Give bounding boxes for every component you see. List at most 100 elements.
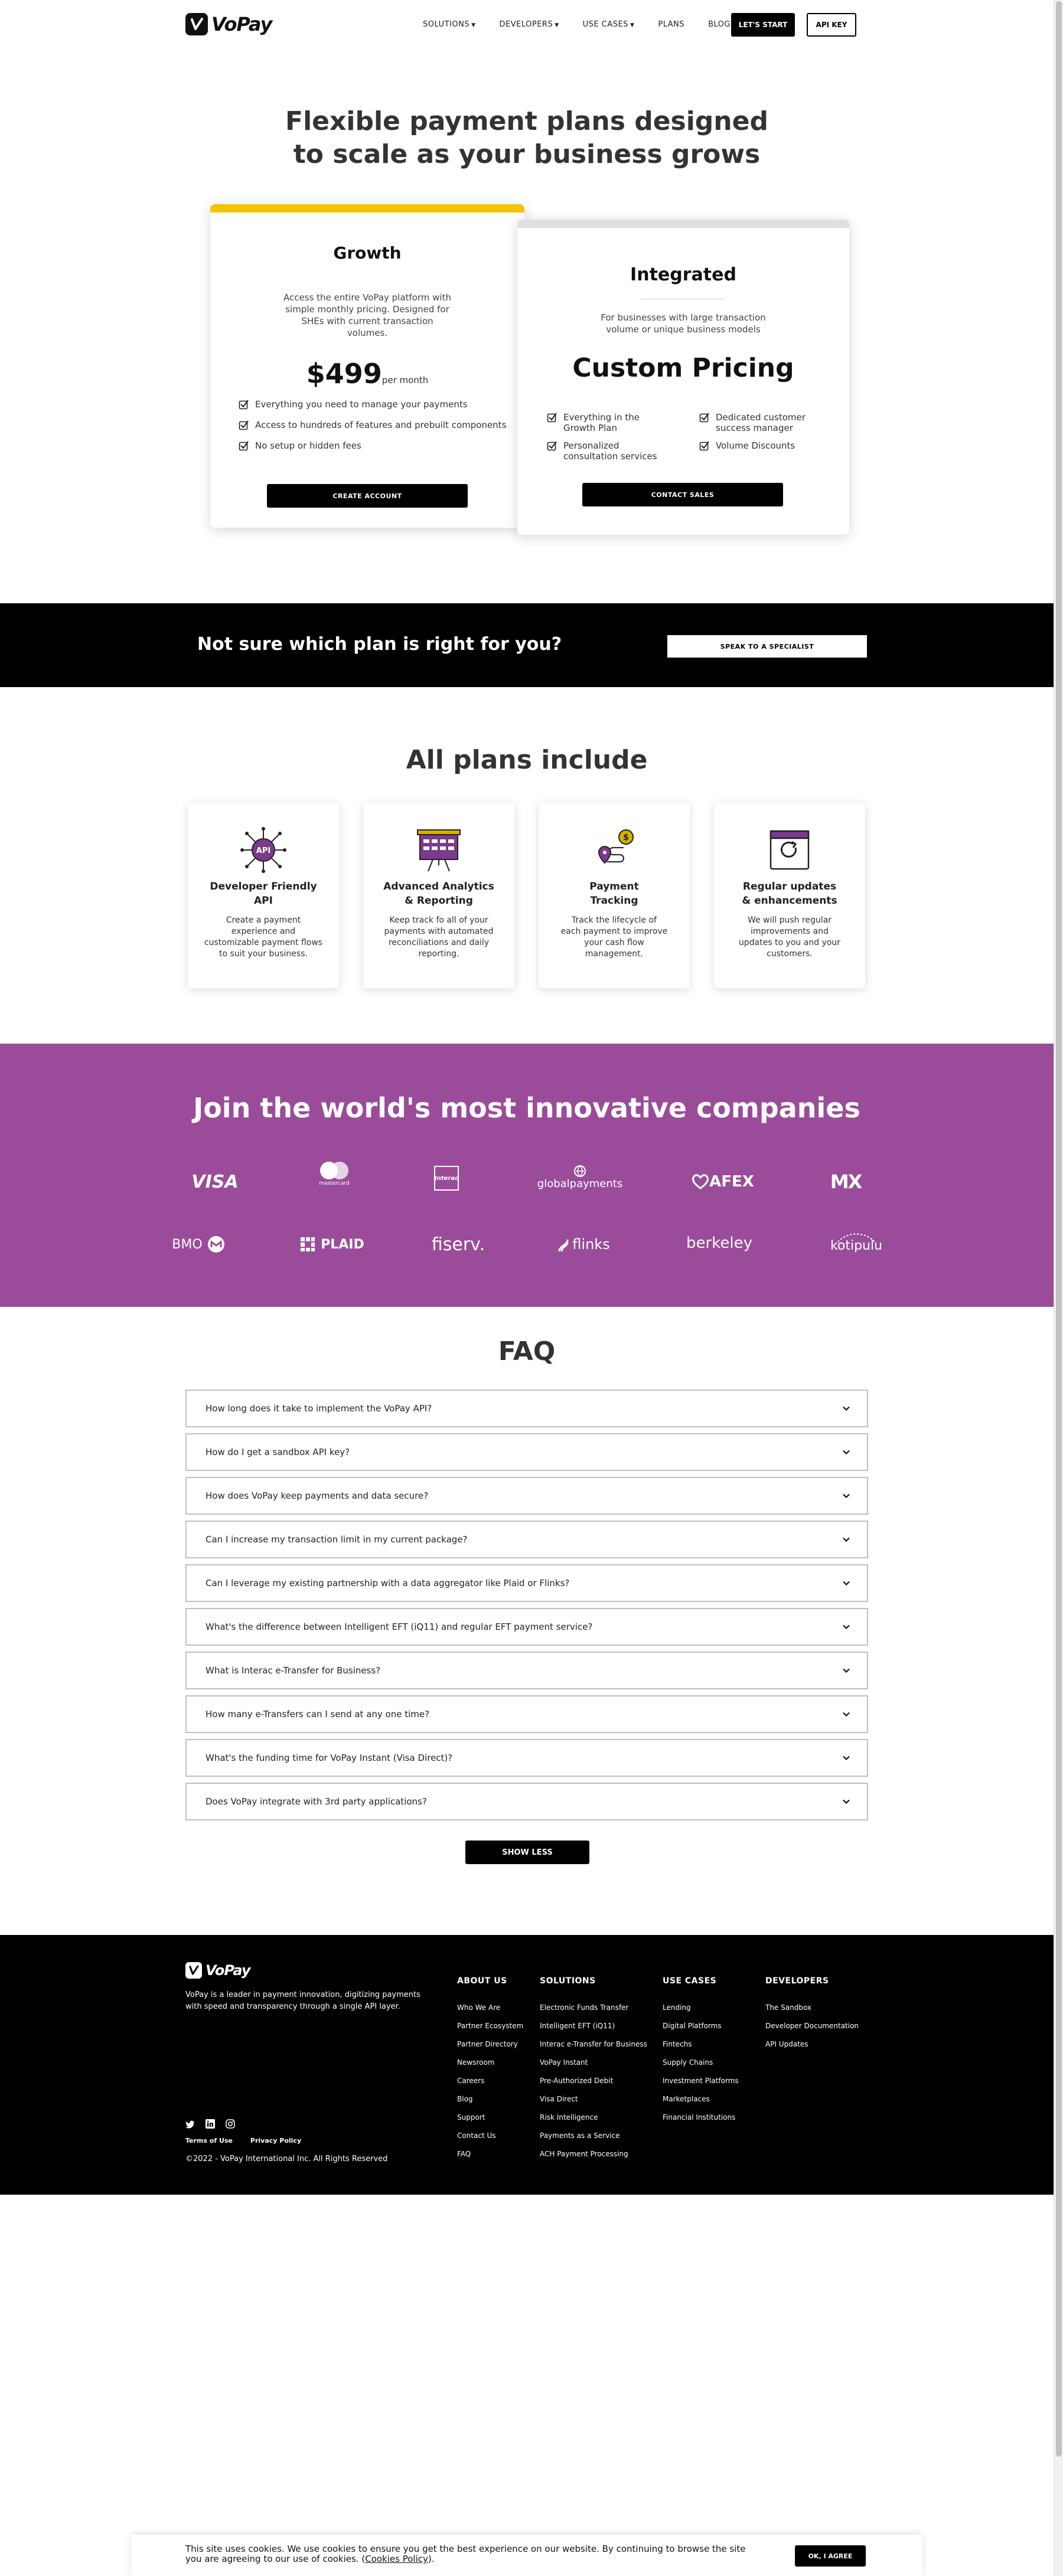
linkedin-icon[interactable] bbox=[206, 2119, 215, 2129]
desc-line: For businesses with large transaction bbox=[601, 312, 766, 323]
nav-developers[interactable]: DEVELOPERS ▼ bbox=[500, 20, 559, 29]
scrollbar-thumb[interactable] bbox=[1056, 1, 1062, 2457]
footer-logo[interactable]: VoPay bbox=[185, 1962, 250, 1979]
speak-to-specialist-button[interactable]: SPEAK TO A SPECIALIST bbox=[667, 635, 867, 658]
desc-line: volumes. bbox=[347, 328, 388, 338]
contact-sales-button[interactable]: CONTACT SALES bbox=[582, 483, 783, 506]
footer-link[interactable]: Careers bbox=[457, 2072, 523, 2090]
footer-link[interactable]: Newsroom bbox=[457, 2054, 523, 2072]
feature-text: Everything you need to manage your payme… bbox=[255, 399, 468, 410]
nav-use-cases[interactable]: USE CASES ▼ bbox=[583, 20, 635, 29]
tagline-line: VoPay is a leader in payment innovation,… bbox=[185, 1990, 420, 1999]
copyright: ©2022 - VoPay International Inc. All Rig… bbox=[185, 2155, 388, 2163]
footer-link[interactable]: Developer Documentation bbox=[765, 2017, 859, 2035]
hero-title: Flexible payment plans designed to scale… bbox=[0, 105, 1054, 171]
footer-link[interactable]: Interac e-Transfer for Business bbox=[540, 2035, 647, 2054]
feature-item: No setup or hidden fees bbox=[239, 440, 513, 451]
cookie-banner: This site uses cookies. We use cookies t… bbox=[131, 2535, 922, 2576]
header-logo[interactable]: VoPay bbox=[185, 13, 272, 35]
desc-line: customizable payment flows bbox=[204, 938, 323, 947]
feature-item: Dedicated customer success manager bbox=[699, 412, 835, 433]
lets-start-button[interactable]: LET'S START bbox=[731, 13, 795, 37]
partner-name: mastercard bbox=[319, 1181, 350, 1186]
footer-link[interactable]: VoPay Instant bbox=[540, 2054, 647, 2072]
nav-label: USE CASES bbox=[582, 20, 628, 29]
feature-card-updates: Regular updates & enhancements We will pu… bbox=[714, 803, 865, 988]
faq-item[interactable]: How long does it take to implement the V… bbox=[185, 1390, 868, 1427]
footer-link[interactable]: Who We Are bbox=[457, 1999, 523, 2017]
faq-item[interactable]: Can I leverage my existing partnership w… bbox=[185, 1564, 868, 1602]
faq-item[interactable]: How many e-Transfers can I send at any o… bbox=[185, 1695, 868, 1733]
cookie-agree-button[interactable]: OK, I AGREE bbox=[795, 2545, 866, 2567]
feature-card-api: API Developer Friendly API Create a payme… bbox=[188, 803, 339, 988]
footer-link[interactable]: Financial Institutions bbox=[663, 2108, 739, 2127]
faq-item[interactable]: Can I increase my transaction limit in m… bbox=[185, 1521, 868, 1558]
footer-link[interactable]: The Sandbox bbox=[765, 1999, 859, 2017]
nav-blog[interactable]: BLOG bbox=[708, 20, 731, 29]
feature-column-right: Dedicated customer success manager Volume… bbox=[699, 412, 835, 451]
footer-brand-name: VoPay bbox=[206, 1962, 250, 1979]
cookie-message-tail: ). bbox=[428, 2554, 435, 2564]
footer-col-heading: SOLUTIONS bbox=[540, 1976, 596, 1986]
cookies-policy-link[interactable]: Cookies Policy bbox=[365, 2554, 428, 2564]
faq-question: What is Interac e-Transfer for Business? bbox=[206, 1665, 381, 1676]
page-scrollbar[interactable] bbox=[1054, 0, 1063, 2576]
footer-link[interactable]: Electronic Funds Transfer bbox=[540, 1999, 647, 2017]
nav-plans[interactable]: PLANS bbox=[658, 20, 684, 29]
faq-item[interactable]: What's the difference between Intelligen… bbox=[185, 1608, 868, 1646]
cookie-text: This site uses cookies. We use cookies t… bbox=[185, 2544, 764, 2564]
footer-link[interactable]: Visa Direct bbox=[540, 2090, 647, 2108]
footer-link[interactable]: Contact Us bbox=[457, 2127, 523, 2145]
footer-link[interactable]: Intelligent EFT (iQ11) bbox=[540, 2017, 647, 2035]
footer-link[interactable]: Partner Ecosystem bbox=[457, 2017, 523, 2035]
desc-line: We will push regular bbox=[747, 916, 832, 925]
analytics-icon bbox=[417, 829, 461, 872]
feature-text: Dedicated customer success manager bbox=[716, 412, 806, 433]
desc-line: to suit your business. bbox=[219, 949, 308, 959]
partners-section: Join the world's most innovative compani… bbox=[0, 1044, 1054, 1307]
plan-name: Growth bbox=[333, 243, 402, 263]
faq-item[interactable]: What's the funding time for VoPay Instan… bbox=[185, 1739, 868, 1777]
feature-text: Everything in the Growth Plan bbox=[563, 412, 640, 433]
hero-title-line1: Flexible payment plans designed bbox=[285, 106, 768, 136]
desc-line: improvements and bbox=[750, 927, 829, 936]
instagram-icon[interactable] bbox=[226, 2119, 235, 2129]
footer-link[interactable]: Partner Directory bbox=[457, 2035, 523, 2054]
footer-link[interactable]: Blog bbox=[457, 2090, 523, 2108]
nav-solutions[interactable]: SOLUTIONS ▼ bbox=[423, 20, 476, 29]
desc-line: management. bbox=[585, 949, 644, 959]
twitter-icon[interactable] bbox=[185, 2119, 195, 2129]
show-less-button[interactable]: SHOW LESS bbox=[465, 1841, 589, 1864]
footer-link[interactable]: FAQ bbox=[457, 2145, 523, 2163]
faq-item[interactable]: How does VoPay keep payments and data se… bbox=[185, 1477, 868, 1515]
api-key-button[interactable]: API KEY bbox=[807, 13, 856, 37]
desc-line: reporting. bbox=[418, 949, 459, 959]
privacy-link[interactable]: Privacy Policy bbox=[250, 2137, 301, 2145]
partner-logo-afex: AFEX bbox=[664, 1164, 782, 1199]
footer-link[interactable]: Lending bbox=[663, 1999, 739, 2017]
footer-link-list: Lending Digital Platforms Fintechs Supply C… bbox=[663, 1999, 739, 2127]
footer-link[interactable]: Payments as a Service bbox=[540, 2127, 647, 2145]
faq-item[interactable]: What is Interac e-Transfer for Business? bbox=[185, 1652, 868, 1689]
faq-item[interactable]: Does VoPay integrate with 3rd party appl… bbox=[185, 1783, 868, 1820]
terms-link[interactable]: Terms of Use bbox=[185, 2137, 233, 2145]
footer-link[interactable]: Marketplaces bbox=[663, 2090, 739, 2108]
footer-link[interactable]: Supply Chains bbox=[663, 2054, 739, 2072]
footer-link[interactable]: Digital Platforms bbox=[663, 2017, 739, 2035]
footer-link[interactable]: ACH Payment Processing bbox=[540, 2145, 647, 2163]
footer-link[interactable]: Support bbox=[457, 2108, 523, 2127]
title-line: Regular updates bbox=[742, 881, 837, 893]
footer-link[interactable]: Investment Platforms bbox=[663, 2072, 739, 2090]
feature-item: Volume Discounts bbox=[699, 440, 835, 451]
footer-col-developers: DEVELOPERS The Sandbox Developer Document… bbox=[765, 1976, 859, 2054]
desc-line: each payment to improve bbox=[560, 927, 668, 936]
vopay-logo-icon bbox=[185, 1962, 202, 1979]
plan-description: For businesses with large transaction vo… bbox=[565, 312, 802, 335]
footer-link-list: Who We Are Partner Ecosystem Partner Direc… bbox=[457, 1999, 523, 2163]
create-account-button[interactable]: CREATE ACCOUNT bbox=[267, 484, 468, 508]
footer-link[interactable]: Pre-Authorized Debit bbox=[540, 2072, 647, 2090]
faq-item[interactable]: How do I get a sandbox API key? bbox=[185, 1433, 868, 1471]
footer-link[interactable]: Fintechs bbox=[663, 2035, 739, 2054]
footer-link[interactable]: API Updates bbox=[765, 2035, 859, 2054]
footer-link[interactable]: Risk Intelligence bbox=[540, 2108, 647, 2127]
